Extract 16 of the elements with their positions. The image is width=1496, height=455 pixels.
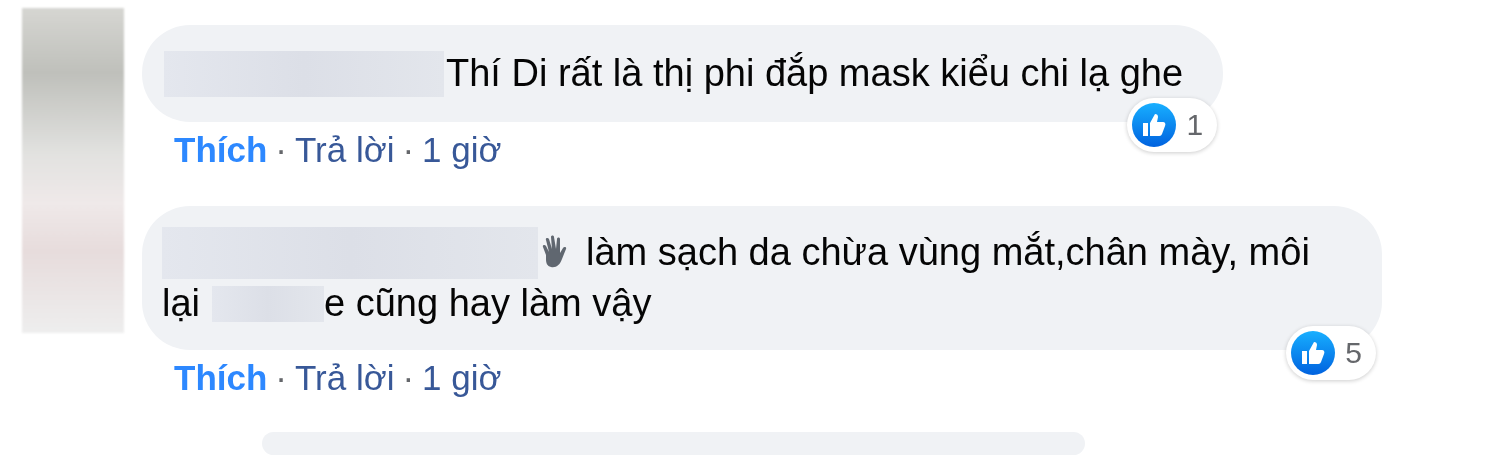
comment-text: Thí Di rất là thị phi đắp mask kiểu chi lạ ghe: [446, 51, 1184, 96]
comment-text: lại: [162, 281, 201, 326]
separator-dot: ·: [275, 130, 287, 170]
comment-time[interactable]: 1 giờ: [422, 358, 502, 398]
reply-link[interactable]: Trả lời: [295, 358, 395, 398]
separator-dot: ·: [275, 358, 287, 398]
comment-text: e cũng hay làm vậy: [324, 281, 652, 326]
separator-dot: ·: [402, 358, 415, 398]
thumbs-up-icon: [1132, 103, 1177, 147]
reply-link[interactable]: Trả lời: [295, 130, 395, 170]
reaction-count[interactable]: 1: [1127, 98, 1218, 152]
comment-text: làm sạch da chừa vùng mắt,chân mày, môi: [586, 230, 1310, 275]
separator-dot: ·: [402, 130, 415, 170]
comment-time[interactable]: 1 giờ: [422, 130, 502, 170]
thumbs-up-icon: [1291, 331, 1336, 375]
reaction-count[interactable]: 5: [1286, 326, 1376, 380]
